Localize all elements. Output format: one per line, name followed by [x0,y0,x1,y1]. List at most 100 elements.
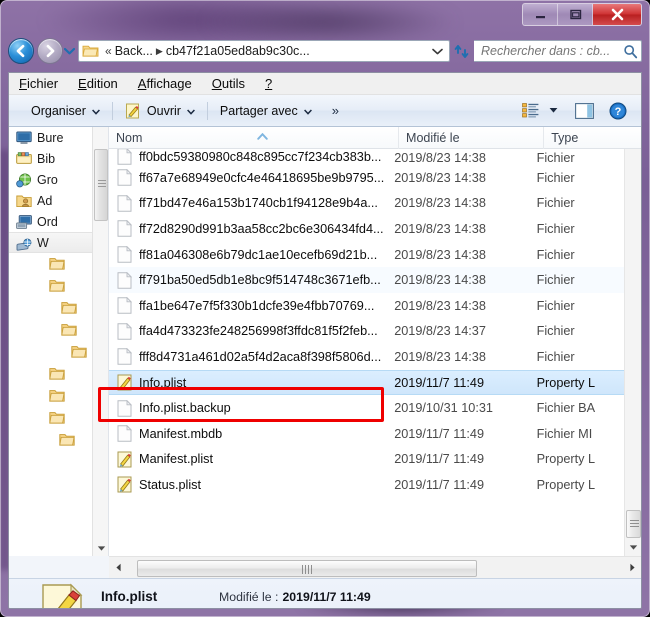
table-row[interactable]: ff72d8290d991b3aa58cc2bc6e306434fd4... 20… [109,216,641,242]
change-view-button[interactable] [517,99,543,123]
table-row[interactable]: ff71bd47e46a153b1740cb1f94128e9b4a... 201… [109,191,641,217]
column-header-modified[interactable]: Modifié le [399,127,545,149]
folder-icon [71,346,87,358]
scroll-right-button[interactable] [623,558,641,578]
folder-icon [49,280,65,292]
back-button[interactable] [8,38,34,64]
chevron-down-icon [549,108,557,113]
table-row[interactable]: Manifest.plist 2019/11/7 11:49 Property L [109,447,641,473]
file-name-label: ff67a7e68949e0cfc4e46418695be9b9795... [139,170,385,185]
title-bar[interactable] [0,0,650,32]
cell-modified: 2019/8/23 14:38 [394,247,486,262]
table-row[interactable]: ff0bdc59380980c848c895cc7f234cb383b... 20… [109,149,641,165]
forward-button[interactable] [37,38,63,64]
navpane-scrollbar-thumb[interactable] [94,149,108,221]
breadcrumb-current[interactable]: cb47f21a05ed8ab9c30c... [166,44,310,58]
breadcrumb-dropdown-button[interactable] [428,42,447,60]
chevron-down-icon [432,48,443,55]
history-dropdown-button[interactable] [63,47,76,55]
explorer-window: « Back... ▶ cb47f21a05ed8ab9c30c... Rech… [0,0,650,617]
maximize-button[interactable] [558,4,593,25]
search-icon[interactable] [623,44,638,59]
file-name-label: Status.plist [139,477,202,492]
menu-edition[interactable]: Edition [78,76,118,91]
scroll-left-button[interactable] [109,558,127,578]
table-row[interactable]: ffa4d473323fe248256998f3ffdc81f5f2feb...… [109,319,641,345]
menu-help[interactable]: ? [265,76,272,91]
details-file-kind: Property List File [101,608,219,609]
toolbar-overflow-button[interactable]: » [320,99,347,123]
cell-modified: 2019/8/23 14:37 [394,324,486,339]
forward-arrow-icon [46,44,55,58]
file-rows[interactable]: ff0bdc59380980c848c895cc7f234cb383b... 20… [109,149,641,556]
folder-icon [61,302,77,314]
cell-modified: 2019/11/7 11:49 [394,452,485,467]
help-button[interactable]: ? [605,99,631,123]
menu-outils[interactable]: Outils [212,76,245,91]
toolbar: Organiser Ouvrir Partager avec » ? [9,95,641,127]
table-row[interactable]: ff67a7e68949e0cfc4e46418695be9b9795... 20… [109,165,641,191]
share-with-button[interactable]: Partager avec [212,99,320,123]
breadcrumb-separator-icon[interactable]: ▶ [156,46,163,57]
file-list-scrollbar[interactable] [624,149,641,556]
cell-modified: 2019/8/23 14:38 [394,349,486,364]
breadcrumb[interactable]: « Back... ▶ cb47f21a05ed8ab9c30c... [78,40,450,62]
scrollbar-grip-icon [302,564,312,574]
file-name-label: ff791ba50ed5db1e8bc9f514748c3671efb... [139,273,381,288]
file-name-label: Info.plist.backup [139,401,231,416]
navpane-scroll-down-button[interactable] [93,540,108,556]
table-row[interactable]: Status.plist 2019/11/7 11:49 Property L [109,472,641,498]
menu-affichage[interactable]: Affichage [138,76,192,91]
preview-pane-button[interactable] [571,99,597,123]
search-input[interactable] [481,44,623,58]
horizontal-scrollbar[interactable] [109,556,641,578]
chevron-down-icon [303,104,312,118]
minimize-button[interactable] [523,4,558,25]
organize-button[interactable]: Organiser [23,99,108,123]
file-list[interactable]: Nom Modifié le Type ff0bdc59380980c848c8 [109,127,641,556]
view-list-icon [521,103,538,118]
cell-file-name: Info.plist.backup [109,399,394,417]
folder-icon [59,434,75,446]
navigation-pane[interactable]: Bure Bib Gro Ad Ord W [9,127,109,556]
menu-fichier[interactable]: Fichier [19,76,58,91]
plist-file-icon [117,374,132,391]
column-header-type[interactable]: Type [544,127,641,149]
column-header-name[interactable]: Nom [109,127,400,149]
table-row[interactable]: ff791ba50ed5db1e8bc9f514748c3671efb... 20… [109,267,641,293]
horizontal-scroll-track[interactable] [127,559,623,577]
breadcrumb-parent[interactable]: Back... [115,44,153,58]
column-header-name-label: Nom [116,130,143,145]
details-size-label: Taille : [237,608,272,609]
table-row[interactable]: Info.plist 2019/11/7 11:49 Property L [109,369,641,396]
user-folder-icon [16,195,32,208]
table-row[interactable]: Manifest.mbdb 2019/11/7 11:49 Fichier MI [109,421,641,447]
cell-modified: 2019/11/7 11:49 [394,375,485,390]
horizontal-scrollbar-thumb[interactable] [137,559,477,577]
navpane-scrollbar[interactable] [92,127,108,556]
file-list-scroll-down-button[interactable] [625,539,641,556]
refresh-button[interactable] [450,43,474,60]
file-name-label: ffa4d473323fe248256998f3ffdc81f5f2feb... [139,324,378,339]
blank-file-icon [117,149,132,165]
file-list-scrollbar-thumb[interactable] [626,510,641,538]
table-row[interactable]: ff81a046308e6b79dc1ae10ecefb69d21b... 201… [109,242,641,268]
cell-modified: 2019/8/23 14:38 [394,221,486,236]
cell-file-name: ffa4d473323fe248256998f3ffdc81f5f2feb... [109,322,394,340]
close-button[interactable] [593,4,641,25]
table-row[interactable]: Info.plist.backup 2019/10/31 10:31 Fichier… [109,395,641,421]
blank-file-icon [117,220,132,238]
blank-file-icon [117,399,132,417]
search-box[interactable] [474,40,642,62]
table-row[interactable]: fff8d4731a461d02a5f4d2aca8f398f5806d... 2… [109,344,641,370]
triangle-down-icon [629,545,638,550]
change-view-dropdown[interactable] [545,99,561,123]
svg-text:?: ? [615,106,622,118]
table-row[interactable]: ffa1be647e7f5f330b1dcfe39e4fbb70769... 20… [109,293,641,319]
triangle-left-icon [115,563,121,572]
breadcrumb-overflow[interactable]: « [105,44,112,58]
file-name-label: fff8d4731a461d02a5f4d2aca8f398f5806d... [139,349,382,364]
toolbar-right-group: ? [517,99,635,123]
open-button[interactable]: Ouvrir [117,99,203,123]
blank-file-icon [117,271,132,289]
